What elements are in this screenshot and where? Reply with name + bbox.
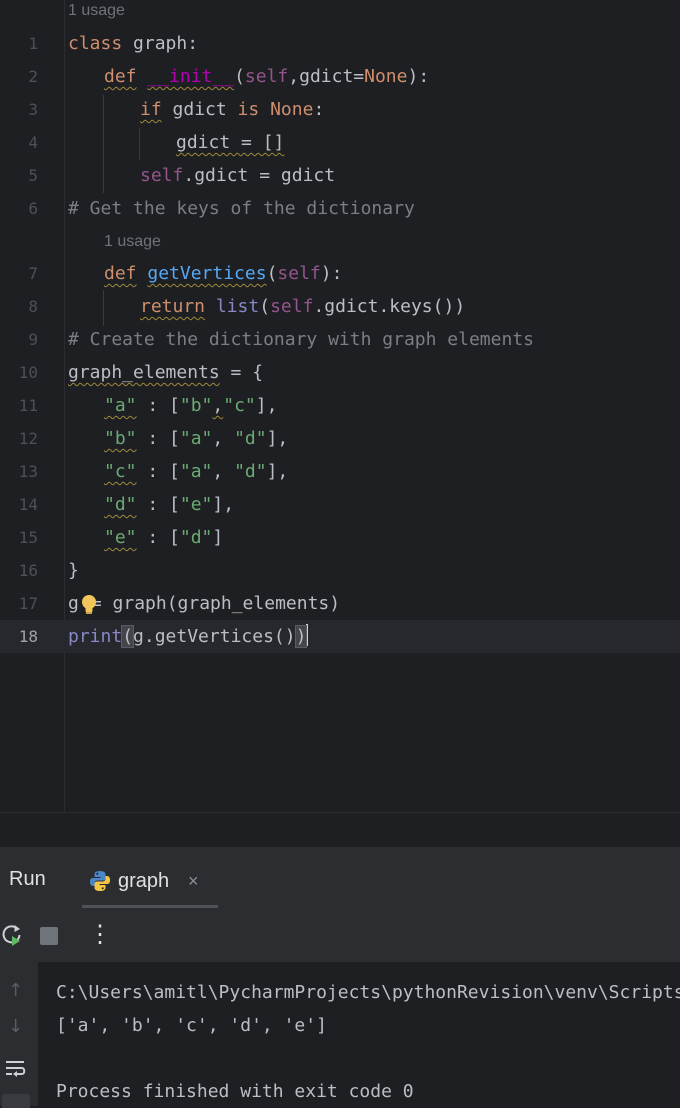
code-line: 7 def getVertices(self): [0,257,680,290]
line-number: 6 [28,199,38,218]
arrow-down-icon[interactable]: ↓ [8,1016,23,1037]
code-line: 5 self.gdict = gdict [0,159,680,192]
line-number: 7 [28,264,38,283]
line-number: 11 [18,396,38,415]
line-number: 3 [28,100,38,119]
line-number: 9 [28,330,38,349]
code-text[interactable]: gdict = [] [176,126,284,159]
code-line: 6 # Get the keys of the dictionary [0,192,680,225]
stop-icon[interactable] [40,927,58,945]
line-number: 2 [28,67,38,86]
code-text[interactable]: def __init__(self,gdict=None): [104,60,429,93]
code-text[interactable]: return list(self.gdict.keys()) [140,290,465,323]
code-line: 14 "d" : ["e"], [0,488,680,521]
line-number: 14 [18,495,38,514]
line-number: 4 [28,133,38,152]
code-text[interactable]: def getVertices(self): [104,257,342,290]
code-line: 8 return list(self.gdict.keys()) [0,290,680,323]
code-line-current: 18 print(g.getVertices()) [0,620,680,653]
code-text[interactable]: print(g.getVertices()) [68,620,309,653]
code-text[interactable]: self.gdict = gdict [140,159,335,192]
comment[interactable]: # Create the dictionary with graph eleme… [68,323,534,356]
code-line: 11 "a" : ["b","c"], [0,389,680,422]
console-line: C:\Users\amitl\PycharmProjects\pythonRev… [56,982,680,1003]
line-number: 1 [28,34,38,53]
tab-graph[interactable]: graph × [82,856,218,908]
code-line: 16 } [0,554,680,587]
code-text[interactable]: graph_elements = { [68,356,263,389]
python-icon [89,870,111,896]
console-line: ['a', 'b', 'c', 'd', 'e'] [56,1015,327,1036]
code-text[interactable]: "d" : ["e"], [104,488,234,521]
lightbulb-icon[interactable] [78,593,100,619]
code-line: 1 class graph: [0,27,680,60]
code-line: 12 "b" : ["a", "d"], [0,422,680,455]
code-line: 2 def __init__(self,gdict=None): [0,60,680,93]
console-output[interactable]: C:\Users\amitl\PycharmProjects\pythonRev… [38,962,680,1106]
console-line: Process finished with exit code 0 [56,1081,414,1102]
code-line: 15 "e" : ["d"] [0,521,680,554]
tab-label: graph [118,870,170,892]
code-text[interactable]: g = graph(graph_elements) [68,587,340,620]
code-text[interactable]: "a" : ["b","c"], [104,389,277,422]
run-tool-window: Run graph × ⋮ ↑ ↓ C:\Users\amitl\Pycharm… [0,848,680,1108]
tab-underline [82,905,218,908]
line-number: 18 [18,627,38,646]
run-toolbar: ⋮ [0,910,680,962]
line-number: 16 [18,561,38,580]
console-side-toolbar: ↑ ↓ [0,962,39,1108]
line-number: 10 [18,363,38,382]
line-number: 5 [28,166,38,185]
line-number: 15 [18,528,38,547]
text-caret [306,624,309,646]
panel-divider[interactable] [0,812,680,848]
rerun-icon[interactable] [0,923,26,953]
code-text[interactable]: "c" : ["a", "d"], [104,455,288,488]
arrow-up-icon[interactable]: ↑ [8,980,23,1001]
code-editor[interactable]: 1 usage 1 class graph: 2 def __init__(se… [0,0,680,812]
close-icon[interactable]: × [188,871,199,892]
code-line: 9 # Create the dictionary with graph ele… [0,323,680,356]
usage-hint[interactable]: 1 usage [68,0,125,22]
code-line: 3 if gdict is None: [0,93,680,126]
line-number: 17 [18,594,38,613]
line-number: 13 [18,462,38,481]
code-line: 17 g = graph(graph_elements) [0,587,680,620]
code-text[interactable]: } [68,554,79,587]
code-text[interactable]: if gdict is None: [140,93,324,126]
run-header: Run graph × [0,848,680,910]
usage-hint[interactable]: 1 usage [104,231,161,253]
code-line: 13 "c" : ["a", "d"], [0,455,680,488]
line-number: 12 [18,429,38,448]
code-line: 4 gdict = [] [0,126,680,159]
soft-wrap-icon[interactable] [4,1058,28,1082]
more-icon[interactable]: ⋮ [88,920,112,949]
code-text[interactable]: "b" : ["a", "d"], [104,422,288,455]
code-text[interactable]: "e" : ["d"] [104,521,223,554]
line-number: 8 [28,297,38,316]
code-text[interactable]: class graph: [68,27,198,60]
comment[interactable]: # Get the keys of the dictionary [68,192,415,225]
code-line: 10 graph_elements = { [0,356,680,389]
run-title: Run [9,868,46,890]
